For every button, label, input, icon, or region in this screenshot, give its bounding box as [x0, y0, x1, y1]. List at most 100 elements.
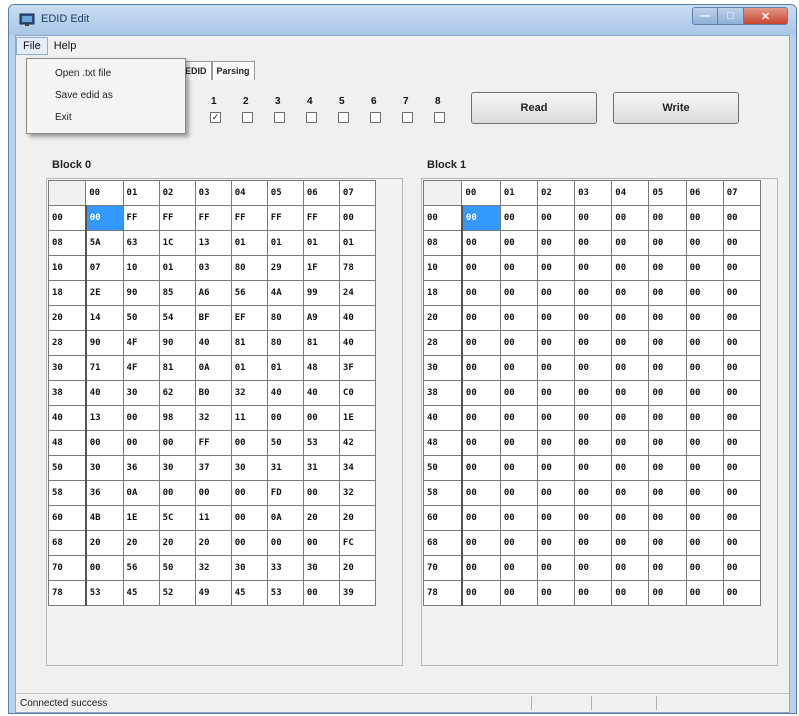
- hex-cell[interactable]: A6: [194, 280, 232, 306]
- hex-cell[interactable]: 53: [302, 430, 340, 456]
- hex-cell[interactable]: 00: [574, 355, 613, 381]
- menu-file[interactable]: File: [16, 37, 48, 55]
- hex-cell[interactable]: 00: [648, 230, 687, 256]
- hex-cell[interactable]: 99: [302, 280, 340, 306]
- hex-cell[interactable]: 00: [648, 330, 687, 356]
- hex-cell[interactable]: 00: [611, 230, 650, 256]
- hex-cell[interactable]: 00: [611, 430, 650, 456]
- hex-cell[interactable]: 4F: [122, 355, 160, 381]
- hex-cell[interactable]: 90: [158, 330, 196, 356]
- hex-cell[interactable]: 00: [685, 230, 724, 256]
- hex-cell[interactable]: FF: [194, 205, 232, 231]
- hex-cell[interactable]: 00: [648, 455, 687, 481]
- hex-cell[interactable]: 00: [536, 555, 576, 581]
- hex-cell[interactable]: 00: [499, 255, 538, 281]
- hex-cell[interactable]: 00: [611, 305, 650, 331]
- hex-cell[interactable]: FC: [338, 530, 377, 556]
- hex-cell[interactable]: 00: [722, 255, 762, 281]
- hex-cell[interactable]: 63: [122, 230, 160, 256]
- hex-cell[interactable]: 00: [461, 330, 501, 356]
- hex-cell[interactable]: 01: [338, 230, 377, 256]
- hex-cell[interactable]: 00: [574, 230, 613, 256]
- hex-cell[interactable]: 32: [194, 555, 232, 581]
- hex-cell[interactable]: 00: [574, 205, 613, 231]
- hex-cell[interactable]: 54: [158, 305, 196, 331]
- hex-cell[interactable]: 03: [194, 255, 232, 281]
- hex-cell[interactable]: 00: [499, 480, 538, 506]
- hex-cell[interactable]: 00: [685, 330, 724, 356]
- hex-cell[interactable]: 45: [230, 580, 268, 606]
- hex-cell[interactable]: 30: [230, 455, 268, 481]
- hex-cell[interactable]: 00: [536, 405, 576, 431]
- hex-cell[interactable]: 00: [536, 580, 576, 606]
- hex-cell[interactable]: FF: [266, 205, 304, 231]
- hex-cell[interactable]: 40: [338, 305, 377, 331]
- hex-cell[interactable]: 00: [499, 505, 538, 531]
- hex-cell[interactable]: 00: [611, 205, 650, 231]
- hex-cell[interactable]: 29: [266, 255, 304, 281]
- hex-cell[interactable]: 00: [461, 530, 501, 556]
- hex-cell[interactable]: 00: [536, 305, 576, 331]
- hex-cell[interactable]: 00: [648, 255, 687, 281]
- hex-cell[interactable]: 50: [122, 305, 160, 331]
- hex-cell[interactable]: 00: [536, 330, 576, 356]
- hex-cell[interactable]: 07: [85, 255, 124, 281]
- hex-cell[interactable]: 00: [722, 355, 762, 381]
- hex-cell[interactable]: 53: [85, 580, 124, 606]
- hex-cell[interactable]: 00: [461, 455, 501, 481]
- hex-cell[interactable]: 00: [194, 480, 232, 506]
- hex-cell[interactable]: 00: [536, 530, 576, 556]
- hex-cell[interactable]: 10: [122, 255, 160, 281]
- hex-cell[interactable]: 00: [722, 330, 762, 356]
- hex-cell[interactable]: 00: [461, 580, 501, 606]
- hex-cell[interactable]: 80: [266, 330, 304, 356]
- hex-cell[interactable]: 90: [85, 330, 124, 356]
- hex-cell[interactable]: 30: [85, 455, 124, 481]
- hex-cell[interactable]: 13: [85, 405, 124, 431]
- hex-cell[interactable]: 00: [722, 230, 762, 256]
- hex-cell[interactable]: 00: [611, 455, 650, 481]
- checkbox-4[interactable]: [306, 112, 317, 123]
- title-bar[interactable]: EDID Edit — □ ✕: [9, 5, 796, 35]
- hex-cell[interactable]: 00: [574, 505, 613, 531]
- hex-cell[interactable]: 00: [722, 430, 762, 456]
- hex-cell[interactable]: 00: [648, 555, 687, 581]
- hex-cell[interactable]: 56: [230, 280, 268, 306]
- hex-cell[interactable]: 00: [648, 430, 687, 456]
- hex-cell[interactable]: 00: [648, 580, 687, 606]
- hex-cell[interactable]: 00: [536, 355, 576, 381]
- hex-cell[interactable]: 00: [685, 205, 724, 231]
- checkbox-5[interactable]: [338, 112, 349, 123]
- hex-cell[interactable]: 00: [536, 255, 576, 281]
- hex-cell[interactable]: 01: [302, 230, 340, 256]
- hex-cell[interactable]: 31: [266, 455, 304, 481]
- hex-cell[interactable]: 00: [611, 355, 650, 381]
- hex-cell[interactable]: 3F: [338, 355, 377, 381]
- hex-cell[interactable]: 00: [461, 280, 501, 306]
- hex-cell[interactable]: 00: [685, 280, 724, 306]
- hex-cell[interactable]: 00: [611, 505, 650, 531]
- hex-cell[interactable]: 00: [461, 230, 501, 256]
- hex-cell[interactable]: 00: [574, 430, 613, 456]
- hex-cell[interactable]: A9: [302, 305, 340, 331]
- hex-cell[interactable]: 00: [611, 580, 650, 606]
- hex-cell[interactable]: 01: [158, 255, 196, 281]
- hex-cell[interactable]: 20: [338, 555, 377, 581]
- hex-cell[interactable]: 00: [574, 405, 613, 431]
- hex-cell[interactable]: 32: [194, 405, 232, 431]
- hex-cell[interactable]: 00: [574, 255, 613, 281]
- hex-cell[interactable]: 00: [230, 480, 268, 506]
- hex-cell[interactable]: FF: [230, 205, 268, 231]
- hex-cell[interactable]: 00: [574, 530, 613, 556]
- hex-cell[interactable]: 20: [85, 530, 124, 556]
- hex-cell[interactable]: 53: [266, 580, 304, 606]
- hex-cell[interactable]: 00: [648, 380, 687, 406]
- hex-cell[interactable]: 00: [722, 580, 762, 606]
- hex-cell[interactable]: 80: [230, 255, 268, 281]
- hex-cell[interactable]: 00: [648, 530, 687, 556]
- hex-cell[interactable]: 00: [461, 555, 501, 581]
- hex-cell[interactable]: 39: [338, 580, 377, 606]
- hex-cell[interactable]: 00: [461, 380, 501, 406]
- hex-cell[interactable]: 00: [722, 530, 762, 556]
- hex-cell[interactable]: 00: [611, 330, 650, 356]
